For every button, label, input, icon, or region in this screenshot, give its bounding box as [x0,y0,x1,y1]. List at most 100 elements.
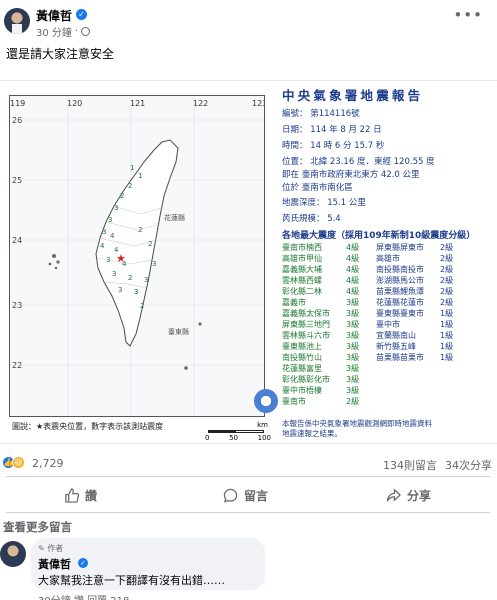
station-name: 高雄市甲仙 [282,254,322,263]
station-level: 2級 [440,298,454,307]
station-name: 彰化縣彰化市 [282,375,330,384]
station-level: 3級 [346,331,360,340]
verified-badge-icon: ✓ [76,9,87,20]
station-name: 高雄市 [376,254,400,263]
svg-text:1: 1 [138,172,142,180]
svg-text:2: 2 [138,226,142,234]
station-name: 宜蘭縣南山 [376,331,416,340]
verified-badge-icon: ✓ [78,558,88,568]
station-level: 2級 [346,397,360,406]
share-arrow-icon [386,487,401,502]
comment-label: 留言 [244,488,269,503]
svg-text:3: 3 [102,228,106,236]
station-level: 4級 [346,276,360,285]
svg-text:3: 3 [114,204,118,212]
station-name: 臺中市 [376,320,400,329]
post-actions: 讚 留言 分享 [0,480,497,510]
station-name: 嘉義縣太保市 [282,309,330,318]
station-name: 南投縣竹山 [282,353,322,362]
author-avatar[interactable] [4,8,30,34]
station-level: 2級 [440,287,454,296]
station-name: 新竹縣五峰 [376,342,416,351]
svg-text:3: 3 [106,256,110,264]
report-footnote: 本報告係中央氣象署地震觀測網即時地震資料 地震速報之結果。 [282,419,432,439]
station-level: 1級 [440,342,454,351]
thumbs-up-icon [65,487,79,503]
station-level: 3級 [346,386,360,395]
comment-count[interactable]: 134則留言 [383,457,437,473]
station-name: 苗栗縣苗栗市 [376,353,424,362]
station-name: 臺東縣臺東市 [376,309,424,318]
map-legend: 圖說：★表震央位置，數字表示該測站震度 [12,421,163,432]
station-name: 嘉義縣大埔 [282,265,322,274]
station-level: 3級 [346,320,360,329]
haha-reaction-icon: 😆 [12,456,25,469]
more-options-icon[interactable]: ••• [453,6,483,24]
like-button[interactable]: 讚 [64,480,97,510]
report-date: 日期： 114 年 8 月 22 日 [282,125,382,135]
svg-text:3: 3 [112,270,116,278]
svg-text:3: 3 [152,260,156,268]
reaction-count[interactable]: 2,729 [32,457,64,470]
station-name: 臺南市 [282,397,306,406]
share-button[interactable]: 分享 [386,480,431,510]
station-name: 雲林縣西螺 [282,276,322,285]
station-level: 3級 [346,353,360,362]
station-name: 屏東縣三地門 [282,320,330,329]
divider [6,476,490,477]
like-label: 讚 [85,488,98,503]
station-name: 花蓮縣花蓮市 [376,298,424,307]
svg-text:4: 4 [110,232,115,240]
share-count[interactable]: 34次分享 [445,457,492,473]
station-level: 1級 [440,353,454,362]
station-name: 苗栗縣鯉魚潭 [376,287,424,296]
station-level: 3級 [346,364,360,373]
view-more-comments-link[interactable]: 查看更多留言 [3,519,72,535]
post-text: 還是請大家注意安全 [6,47,115,61]
dot-separator: · [74,26,79,37]
post-time[interactable]: 30 分鐘 [36,24,72,39]
scale-labels: 0 50 100 [205,434,271,442]
report-depth: 地震深度： 15.1 公里 [282,198,366,208]
map-legend-text: 圖說：★表震央位置，數字表示該測站震度 [12,422,164,431]
station-level: 4級 [346,243,360,252]
reactions-bar: 👍 😆 2,729 134則留言 34次分享 [0,452,497,474]
report-title: 中央氣象署地震報告 [282,88,424,103]
footnote-line: 地震速報之結果。 [282,429,342,438]
report-magnitude: 芮氏規模： 5.4 [282,214,341,224]
station-level: 2級 [440,265,454,274]
station-name: 嘉義市 [282,298,306,307]
commenter-avatar[interactable] [0,541,26,567]
station-name: 臺東縣池上 [282,342,322,351]
svg-text:4: 4 [100,242,105,250]
svg-text:3: 3 [108,216,112,224]
comment-meta[interactable]: 30分鐘 讚 回覆 218 [38,592,129,600]
svg-text:3: 3 [144,276,148,284]
svg-text:1: 1 [130,164,134,172]
comment-button[interactable]: 留言 [223,480,268,510]
station-level: 4級 [346,287,360,296]
taiwan-island [95,139,179,347]
earthquake-report-image[interactable]: 119 120 121 122 123 26 25 24 23 22 臺東縣 花… [0,80,497,444]
svg-text:2: 2 [148,240,152,248]
comment-author[interactable]: 黃偉哲 [38,556,71,572]
svg-text:2: 2 [140,302,144,310]
post-author[interactable]: 黃偉哲 [36,7,72,24]
svg-text:3: 3 [118,286,122,294]
report-time: 時間： 14 時 6 分 15.7 秒 [282,141,385,151]
reaction-icons[interactable]: 👍 😆 [2,456,25,469]
svg-text:2: 2 [128,274,132,282]
divider [6,512,490,513]
station-level: 2級 [440,276,454,285]
post-header: 黃偉哲 ✓ 30 分鐘 · ••• [0,0,497,44]
station-level: 4級 [346,254,360,263]
station-name: 南投縣南投市 [376,265,424,274]
report-position: 位置： 北緯 23.16 度．東經 120.55 度 [282,157,435,167]
scale-label: 100 [257,434,271,442]
svg-text:2: 2 [128,182,132,190]
station-level: 3級 [346,375,360,384]
station-level: 3級 [346,342,360,351]
report-number: 編號： 第114116號 [282,109,360,119]
post-meta: 30 分鐘 · [36,24,91,39]
station-level: 2級 [440,254,454,263]
